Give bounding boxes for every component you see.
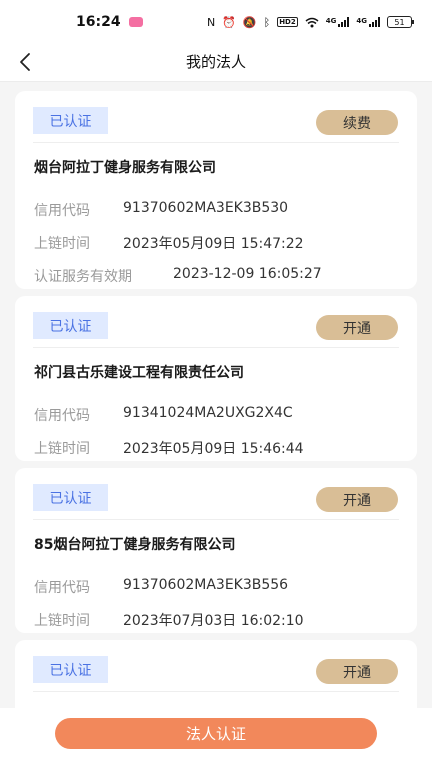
card-divider bbox=[33, 691, 399, 692]
nfc-icon: N bbox=[206, 15, 216, 29]
validity-value: 2023-12-09 16:05:27 bbox=[173, 266, 322, 282]
company-name: 烟台阿拉丁健身服务有限公司 bbox=[34, 160, 216, 176]
legal-person-verify-button[interactable]: 法人认证 bbox=[55, 718, 377, 749]
credit-code-label: 信用代码 bbox=[34, 203, 90, 219]
credit-code-row: 信用代码 91370602MA3EK3B556 bbox=[34, 577, 288, 597]
chain-time-label: 上链时间 bbox=[34, 236, 90, 252]
card-divider bbox=[33, 519, 399, 520]
wifi-icon bbox=[305, 17, 319, 27]
verified-badge: 已认证 bbox=[33, 312, 108, 339]
activate-button[interactable]: 开通 bbox=[316, 315, 398, 340]
company-name: 85烟台阿拉丁健身服务有限公司 bbox=[34, 537, 236, 553]
card-divider bbox=[33, 142, 399, 143]
status-bar: 16:24 N ⏰ 🔕 ᛒ HD2 4G 4G 51 bbox=[0, 0, 432, 44]
credit-code-value: 91341024MA2UXG2X4C bbox=[123, 405, 293, 421]
legal-person-card[interactable]: 已认证 开通 祁门县古乐建设工程有限责任公司 信用代码 91341024MA2U… bbox=[15, 296, 417, 461]
verified-badge: 已认证 bbox=[33, 484, 108, 511]
renew-button[interactable]: 续费 bbox=[316, 110, 398, 135]
credit-code-label: 信用代码 bbox=[34, 408, 90, 424]
screen: 16:24 N ⏰ 🔕 ᛒ HD2 4G 4G 51 我的法人 已认证 续费 烟… bbox=[0, 0, 432, 768]
legal-person-card[interactable]: 已认证 续费 烟台阿拉丁健身服务有限公司 信用代码 91370602MA3EK3… bbox=[15, 91, 417, 289]
page-title: 我的法人 bbox=[185, 53, 246, 71]
validity-label: 认证服务有效期 bbox=[34, 269, 132, 285]
activate-button[interactable]: 开通 bbox=[316, 659, 398, 684]
chain-time-value: 2023年07月03日 16:02:10 bbox=[123, 613, 304, 629]
legal-person-card[interactable]: 已认证 开通 bbox=[15, 640, 417, 708]
bottom-bar: 法人认证 bbox=[0, 708, 432, 768]
status-time: 16:24 bbox=[76, 14, 121, 30]
verified-badge: 已认证 bbox=[33, 656, 108, 683]
signal-icon-1: 4G bbox=[326, 17, 350, 27]
nav-bar: 我的法人 bbox=[0, 44, 432, 82]
credit-code-label: 信用代码 bbox=[34, 580, 90, 596]
app-notification-icon bbox=[128, 17, 143, 27]
credit-code-value: 91370602MA3EK3B556 bbox=[123, 577, 289, 593]
legal-person-list[interactable]: 已认证 续费 烟台阿拉丁健身服务有限公司 信用代码 91370602MA3EK3… bbox=[0, 82, 432, 708]
chain-time-row: 上链时间 2023年05月09日 15:47:22 bbox=[34, 233, 304, 253]
mute-icon: 🔕 bbox=[242, 15, 257, 29]
chain-time-row: 上链时间 2023年05月09日 15:46:44 bbox=[34, 438, 304, 458]
credit-code-value: 91370602MA3EK3B530 bbox=[123, 200, 289, 216]
signal-icon-2: 4G bbox=[356, 17, 380, 27]
chain-time-label: 上链时间 bbox=[34, 613, 90, 629]
credit-code-row: 信用代码 91341024MA2UXG2X4C bbox=[34, 405, 293, 425]
activate-button[interactable]: 开通 bbox=[316, 487, 398, 512]
credit-code-row: 信用代码 91370602MA3EK3B530 bbox=[34, 200, 288, 220]
legal-person-card[interactable]: 已认证 开通 85烟台阿拉丁健身服务有限公司 信用代码 91370602MA3E… bbox=[15, 468, 417, 633]
chain-time-label: 上链时间 bbox=[34, 441, 90, 457]
chain-time-value: 2023年05月09日 15:46:44 bbox=[123, 441, 304, 457]
chain-time-row: 上链时间 2023年07月03日 16:02:10 bbox=[34, 610, 304, 630]
verified-badge: 已认证 bbox=[33, 107, 108, 134]
hd-icon: HD2 bbox=[277, 17, 298, 27]
battery-icon: 51 bbox=[387, 16, 414, 28]
chain-time-value: 2023年05月09日 15:47:22 bbox=[123, 236, 304, 252]
bluetooth-icon: ᛒ bbox=[263, 15, 271, 29]
company-name: 祁门县古乐建设工程有限责任公司 bbox=[34, 365, 244, 381]
card-divider bbox=[33, 347, 399, 348]
validity-row: 认证服务有效期 2023-12-09 16:05:27 bbox=[34, 266, 322, 286]
status-icons: N ⏰ 🔕 ᛒ HD2 4G 4G 51 bbox=[206, 15, 414, 29]
alarm-icon: ⏰ bbox=[222, 15, 236, 29]
